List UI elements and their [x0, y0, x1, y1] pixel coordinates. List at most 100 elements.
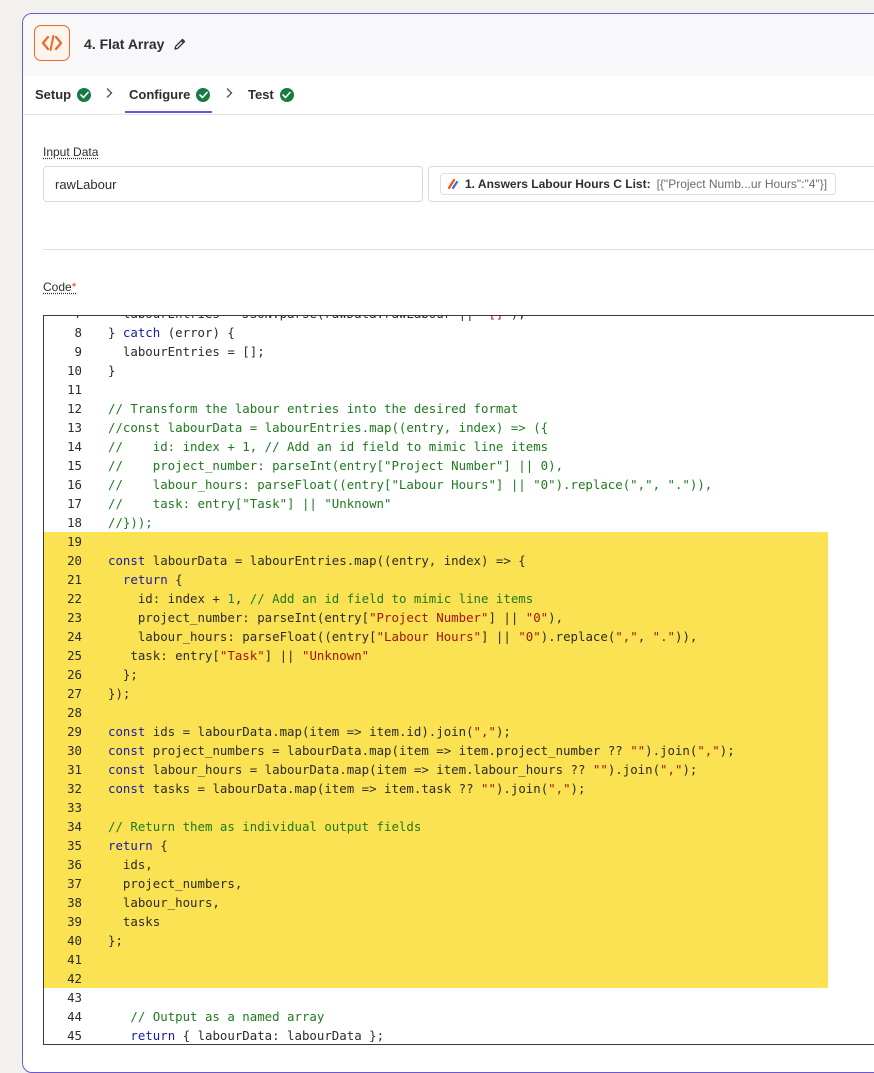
mapped-field-value: [{"Project Numb...ur Hours":"4"}]	[656, 177, 828, 191]
line-number: 32	[67, 781, 82, 796]
code-line: 23 project_number: parseInt(entry["Proje…	[44, 608, 874, 627]
line-number: 24	[67, 629, 82, 644]
input-data-label: Input Data	[43, 145, 99, 159]
code-label-text: Code	[43, 280, 72, 294]
line-number: 42	[67, 971, 82, 986]
line-number: 38	[67, 895, 82, 910]
check-circle-icon	[279, 87, 294, 102]
line-number: 45	[67, 1028, 82, 1043]
code-line: 15 // project_number: parseInt(entry["Pro…	[44, 456, 874, 475]
line-number: 25	[67, 648, 82, 663]
code-line: 13 //const labourData = labourEntries.map…	[44, 418, 874, 437]
code-line: 9 labourEntries = [];	[44, 342, 874, 361]
input-data-value-field[interactable]: 1. Answers Labour Hours C List: [{"Proje…	[428, 166, 874, 202]
line-number: 21	[67, 572, 82, 587]
line-number: 27	[67, 686, 82, 701]
line-number: 14	[67, 439, 82, 454]
code-line-text: // Output as a named array	[108, 1009, 325, 1024]
code-line: 39 tasks	[44, 912, 874, 931]
code-icon	[34, 25, 70, 61]
code-line-text: // Return them as individual output fiel…	[108, 819, 422, 834]
tab-setup[interactable]: Setup	[35, 87, 92, 102]
line-number: 30	[67, 743, 82, 758]
input-data-key-field[interactable]: rawLabour	[43, 166, 423, 202]
mapped-field-pill[interactable]: 1. Answers Labour Hours C List: [{"Proje…	[440, 173, 837, 195]
code-line-text: tasks	[108, 914, 161, 929]
tab-test[interactable]: Test	[248, 87, 294, 102]
code-line-text: const tasks = labourData.map(item => ite…	[108, 781, 586, 796]
code-line: 32 const tasks = labourData.map(item => i…	[44, 779, 874, 798]
code-line: 29 const ids = labourData.map(item => ite…	[44, 722, 874, 741]
code-line-text: };	[108, 667, 138, 682]
line-number: 44	[67, 1009, 82, 1024]
code-line: 24 labour_hours: parseFloat((entry["Labo…	[44, 627, 874, 646]
code-editor[interactable]: 7 labourEntries = JSON.parse(rawData.raw…	[43, 315, 874, 1045]
code-line-text: }	[108, 363, 116, 378]
line-number: 33	[67, 800, 82, 815]
line-number: 13	[67, 420, 82, 435]
code-line-text: //}));	[108, 515, 153, 530]
line-number: 20	[67, 553, 82, 568]
code-line-text: const labour_hours = labourData.map(item…	[108, 762, 698, 777]
code-line: 36 ids,	[44, 855, 874, 874]
line-number: 12	[67, 401, 82, 416]
code-line-text: project_numbers,	[108, 876, 243, 891]
code-line: 28	[44, 703, 874, 722]
code-line: 41	[44, 950, 874, 969]
line-number: 31	[67, 762, 82, 777]
line-number: 8	[74, 325, 82, 340]
line-number: 22	[67, 591, 82, 606]
code-line-text: ids,	[108, 857, 153, 872]
line-number: 10	[67, 363, 82, 378]
code-line-text: });	[108, 686, 131, 701]
line-number: 35	[67, 838, 82, 853]
code-line-text: //const labourData = labourEntries.map((…	[108, 420, 549, 435]
code-line: 33	[44, 798, 874, 817]
code-line: 45 return { labourData: labourData };	[44, 1026, 874, 1044]
line-number: 34	[67, 819, 82, 834]
code-line-text: return {	[122, 572, 183, 587]
step-editor-panel: 4. Flat Array Setup Configure Test Input…	[22, 13, 874, 1073]
chevron-right-icon	[105, 86, 113, 102]
line-number: 36	[67, 857, 82, 872]
code-line: 42	[44, 969, 874, 988]
code-line: 12 // Transform the labour entries into t…	[44, 399, 874, 418]
code-line: 44 // Output as a named array	[44, 1007, 874, 1026]
code-line-text: const ids = labourData.map(item => item.…	[108, 724, 511, 739]
code-line: 17 // task: entry["Task"] || "Unknown"	[44, 494, 874, 513]
code-line-text: id: index + 1, // Add an id field to mim…	[108, 591, 534, 606]
required-marker: *	[71, 280, 77, 294]
code-line: 16 // labour_hours: parseFloat((entry["La…	[44, 475, 874, 494]
tab-test-label: Test	[248, 87, 274, 102]
step-tabs: Setup Configure Test	[23, 76, 874, 115]
code-line-text: // Transform the labour entries into the…	[108, 401, 519, 416]
line-number: 16	[67, 477, 82, 492]
line-number: 43	[67, 990, 82, 1005]
line-number: 18	[67, 515, 82, 530]
code-line-text: // task: entry["Task"] || "Unknown"	[108, 496, 392, 511]
code-line-text: task: entry["Task"] || "Unknown"	[108, 648, 370, 663]
code-line: 20 const labourData = labourEntries.map((…	[44, 551, 874, 570]
line-number: 37	[67, 876, 82, 891]
line-number: 19	[67, 534, 82, 549]
code-line-text: } catch (error) {	[108, 325, 235, 340]
line-number: 15	[67, 458, 82, 473]
pencil-icon[interactable]	[173, 37, 187, 51]
step-header: 4. Flat Array	[23, 14, 874, 76]
line-number: 11	[67, 382, 82, 397]
section-divider	[43, 249, 874, 250]
tab-setup-label: Setup	[35, 87, 72, 102]
line-number: 23	[67, 610, 82, 625]
code-line-text: labourEntries = JSON.parse(rawData.rawLa…	[108, 316, 526, 323]
code-line: 26 };	[44, 665, 874, 684]
mapped-field-label: 1. Answers Labour Hours C List:	[465, 177, 651, 191]
code-line-text: return {	[108, 838, 168, 853]
step-title[interactable]: 4. Flat Array	[84, 36, 164, 52]
line-number: 40	[67, 933, 82, 948]
line-number: 29	[67, 724, 82, 739]
code-line-text: // labour_hours: parseFloat((entry["Labo…	[108, 477, 713, 492]
code-line-text: };	[108, 933, 123, 948]
active-tab-indicator	[125, 111, 212, 113]
code-line: 22 id: index + 1, // Add an id field to …	[44, 589, 874, 608]
tab-configure[interactable]: Configure	[129, 87, 211, 102]
